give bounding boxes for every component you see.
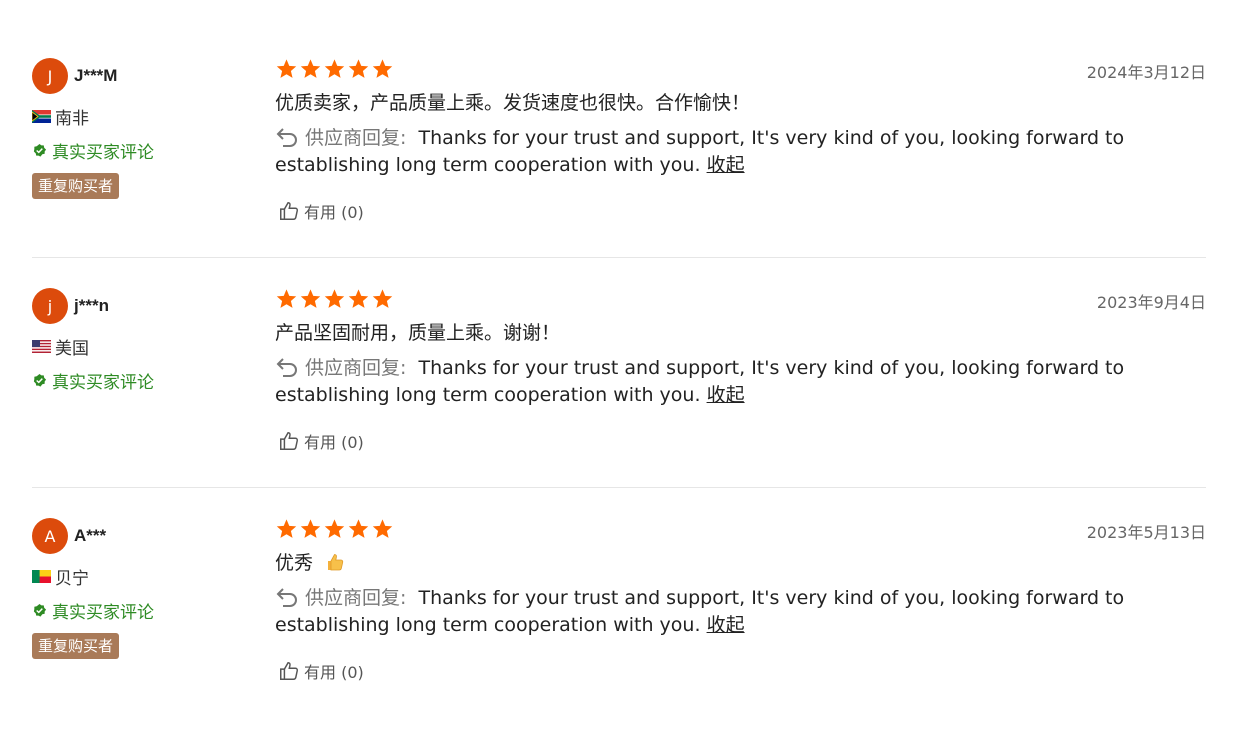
helpful-button[interactable]: 有用 (0) xyxy=(275,199,1206,223)
star-icon xyxy=(348,59,369,78)
country-name: 南非 xyxy=(55,108,89,129)
verified-check-icon xyxy=(33,373,47,387)
review-text: 优秀 xyxy=(275,552,314,574)
review-date: 2023年9月4日 xyxy=(1096,293,1206,312)
review-list: J J***M 南非 真实买家评论 重复购买者 2024年3月12日 优质卖家，… xyxy=(32,0,1206,718)
avatar: j xyxy=(32,288,68,324)
star-icon xyxy=(324,519,345,538)
star-icon xyxy=(324,289,345,308)
helpful-label: 有用 (0) xyxy=(304,663,364,682)
helpful-label: 有用 (0) xyxy=(304,433,364,452)
star-icon xyxy=(276,289,297,308)
star-icon xyxy=(300,59,321,78)
reply-label: 供应商回复: xyxy=(305,357,407,379)
helpful-label: 有用 (0) xyxy=(304,203,364,222)
reply-label: 供应商回复: xyxy=(305,127,407,149)
verified-label: 真实买家评论 xyxy=(52,602,154,623)
buyer-info: j j***n 美国 真实买家评论 xyxy=(32,288,262,393)
star-icon xyxy=(348,289,369,308)
verified-badge: 真实买家评论 xyxy=(32,137,262,163)
buyer-info: A A*** 贝宁 真实买家评论 重复购买者 xyxy=(32,518,262,659)
star-icon xyxy=(300,519,321,538)
review-item: J J***M 南非 真实买家评论 重复购买者 2024年3月12日 优质卖家，… xyxy=(32,28,1206,258)
supplier-reply: 供应商回复: Thanks for your trust and support… xyxy=(275,355,1145,409)
thumbs-up-icon xyxy=(280,662,299,680)
star-rating xyxy=(275,518,1206,542)
review-text: 产品坚固耐用，质量上乘。谢谢！ xyxy=(275,322,561,344)
reply-arrow-icon xyxy=(276,128,297,147)
helpful-button[interactable]: 有用 (0) xyxy=(275,659,1206,683)
star-rating xyxy=(275,288,1206,312)
collapse-link[interactable]: 收起 xyxy=(707,384,745,406)
country-name: 美国 xyxy=(55,338,89,359)
collapse-link[interactable]: 收起 xyxy=(707,154,745,176)
star-icon xyxy=(324,59,345,78)
verified-badge: 真实买家评论 xyxy=(32,597,262,623)
supplier-reply: 供应商回复: Thanks for your trust and support… xyxy=(275,585,1145,639)
buyer-info: J J***M 南非 真实买家评论 重复购买者 xyxy=(32,58,262,199)
star-icon xyxy=(348,519,369,538)
review-content: 2023年5月13日 优秀 供应商回复: Thanks for your tru… xyxy=(275,518,1206,683)
helpful-button[interactable]: 有用 (0) xyxy=(275,429,1206,453)
reply-arrow-icon xyxy=(276,358,297,377)
repeat-buyer-badge: 重复购买者 xyxy=(32,633,120,659)
verified-label: 真实买家评论 xyxy=(52,372,154,393)
review-content: 2024年3月12日 优质卖家，产品质量上乘。发货速度也很快。合作愉快！ 供应商… xyxy=(275,58,1206,223)
verified-badge: 真实买家评论 xyxy=(32,367,262,393)
benin-flag-icon xyxy=(32,569,51,583)
star-rating xyxy=(275,58,1206,82)
star-icon xyxy=(372,519,393,538)
review-text-container: 优秀 xyxy=(275,549,1206,577)
review-date: 2024年3月12日 xyxy=(1086,63,1206,82)
buyer-country: 贝宁 xyxy=(32,563,262,589)
south-africa-flag-icon xyxy=(32,109,51,123)
supplier-reply: 供应商回复: Thanks for your trust and support… xyxy=(275,125,1145,179)
reply-label: 供应商回复: xyxy=(305,587,407,609)
buyer-country: 南非 xyxy=(32,103,262,129)
review-item: j j***n 美国 真实买家评论 2023年9月4日 产品坚固耐用，质量上乘。… xyxy=(32,258,1206,488)
collapse-link[interactable]: 收起 xyxy=(707,614,745,636)
buyer-name: A*** xyxy=(74,526,107,545)
star-icon xyxy=(372,59,393,78)
avatar: J xyxy=(32,58,68,94)
thumbs-up-emoji-icon xyxy=(328,554,344,571)
star-icon xyxy=(276,519,297,538)
repeat-buyer-badge: 重复购买者 xyxy=(32,173,120,199)
reply-arrow-icon xyxy=(276,588,297,607)
country-name: 贝宁 xyxy=(55,568,89,589)
review-content: 2023年9月4日 产品坚固耐用，质量上乘。谢谢！ 供应商回复: Thanks … xyxy=(275,288,1206,453)
thumbs-up-icon xyxy=(280,202,299,220)
buyer-name: J***M xyxy=(74,66,118,85)
buyer-country: 美国 xyxy=(32,333,262,359)
verified-check-icon xyxy=(33,143,47,157)
star-icon xyxy=(372,289,393,308)
usa-flag-icon xyxy=(32,339,51,353)
review-text: 优质卖家，产品质量上乘。发货速度也很快。合作愉快！ xyxy=(275,92,751,114)
star-icon xyxy=(276,59,297,78)
avatar: A xyxy=(32,518,68,554)
review-date: 2023年5月13日 xyxy=(1086,523,1206,542)
verified-check-icon xyxy=(33,603,47,617)
thumbs-up-icon xyxy=(280,432,299,450)
review-item: A A*** 贝宁 真实买家评论 重复购买者 2023年5月13日 优秀 供应商… xyxy=(32,488,1206,718)
verified-label: 真实买家评论 xyxy=(52,142,154,163)
star-icon xyxy=(300,289,321,308)
buyer-name: j***n xyxy=(74,296,109,315)
